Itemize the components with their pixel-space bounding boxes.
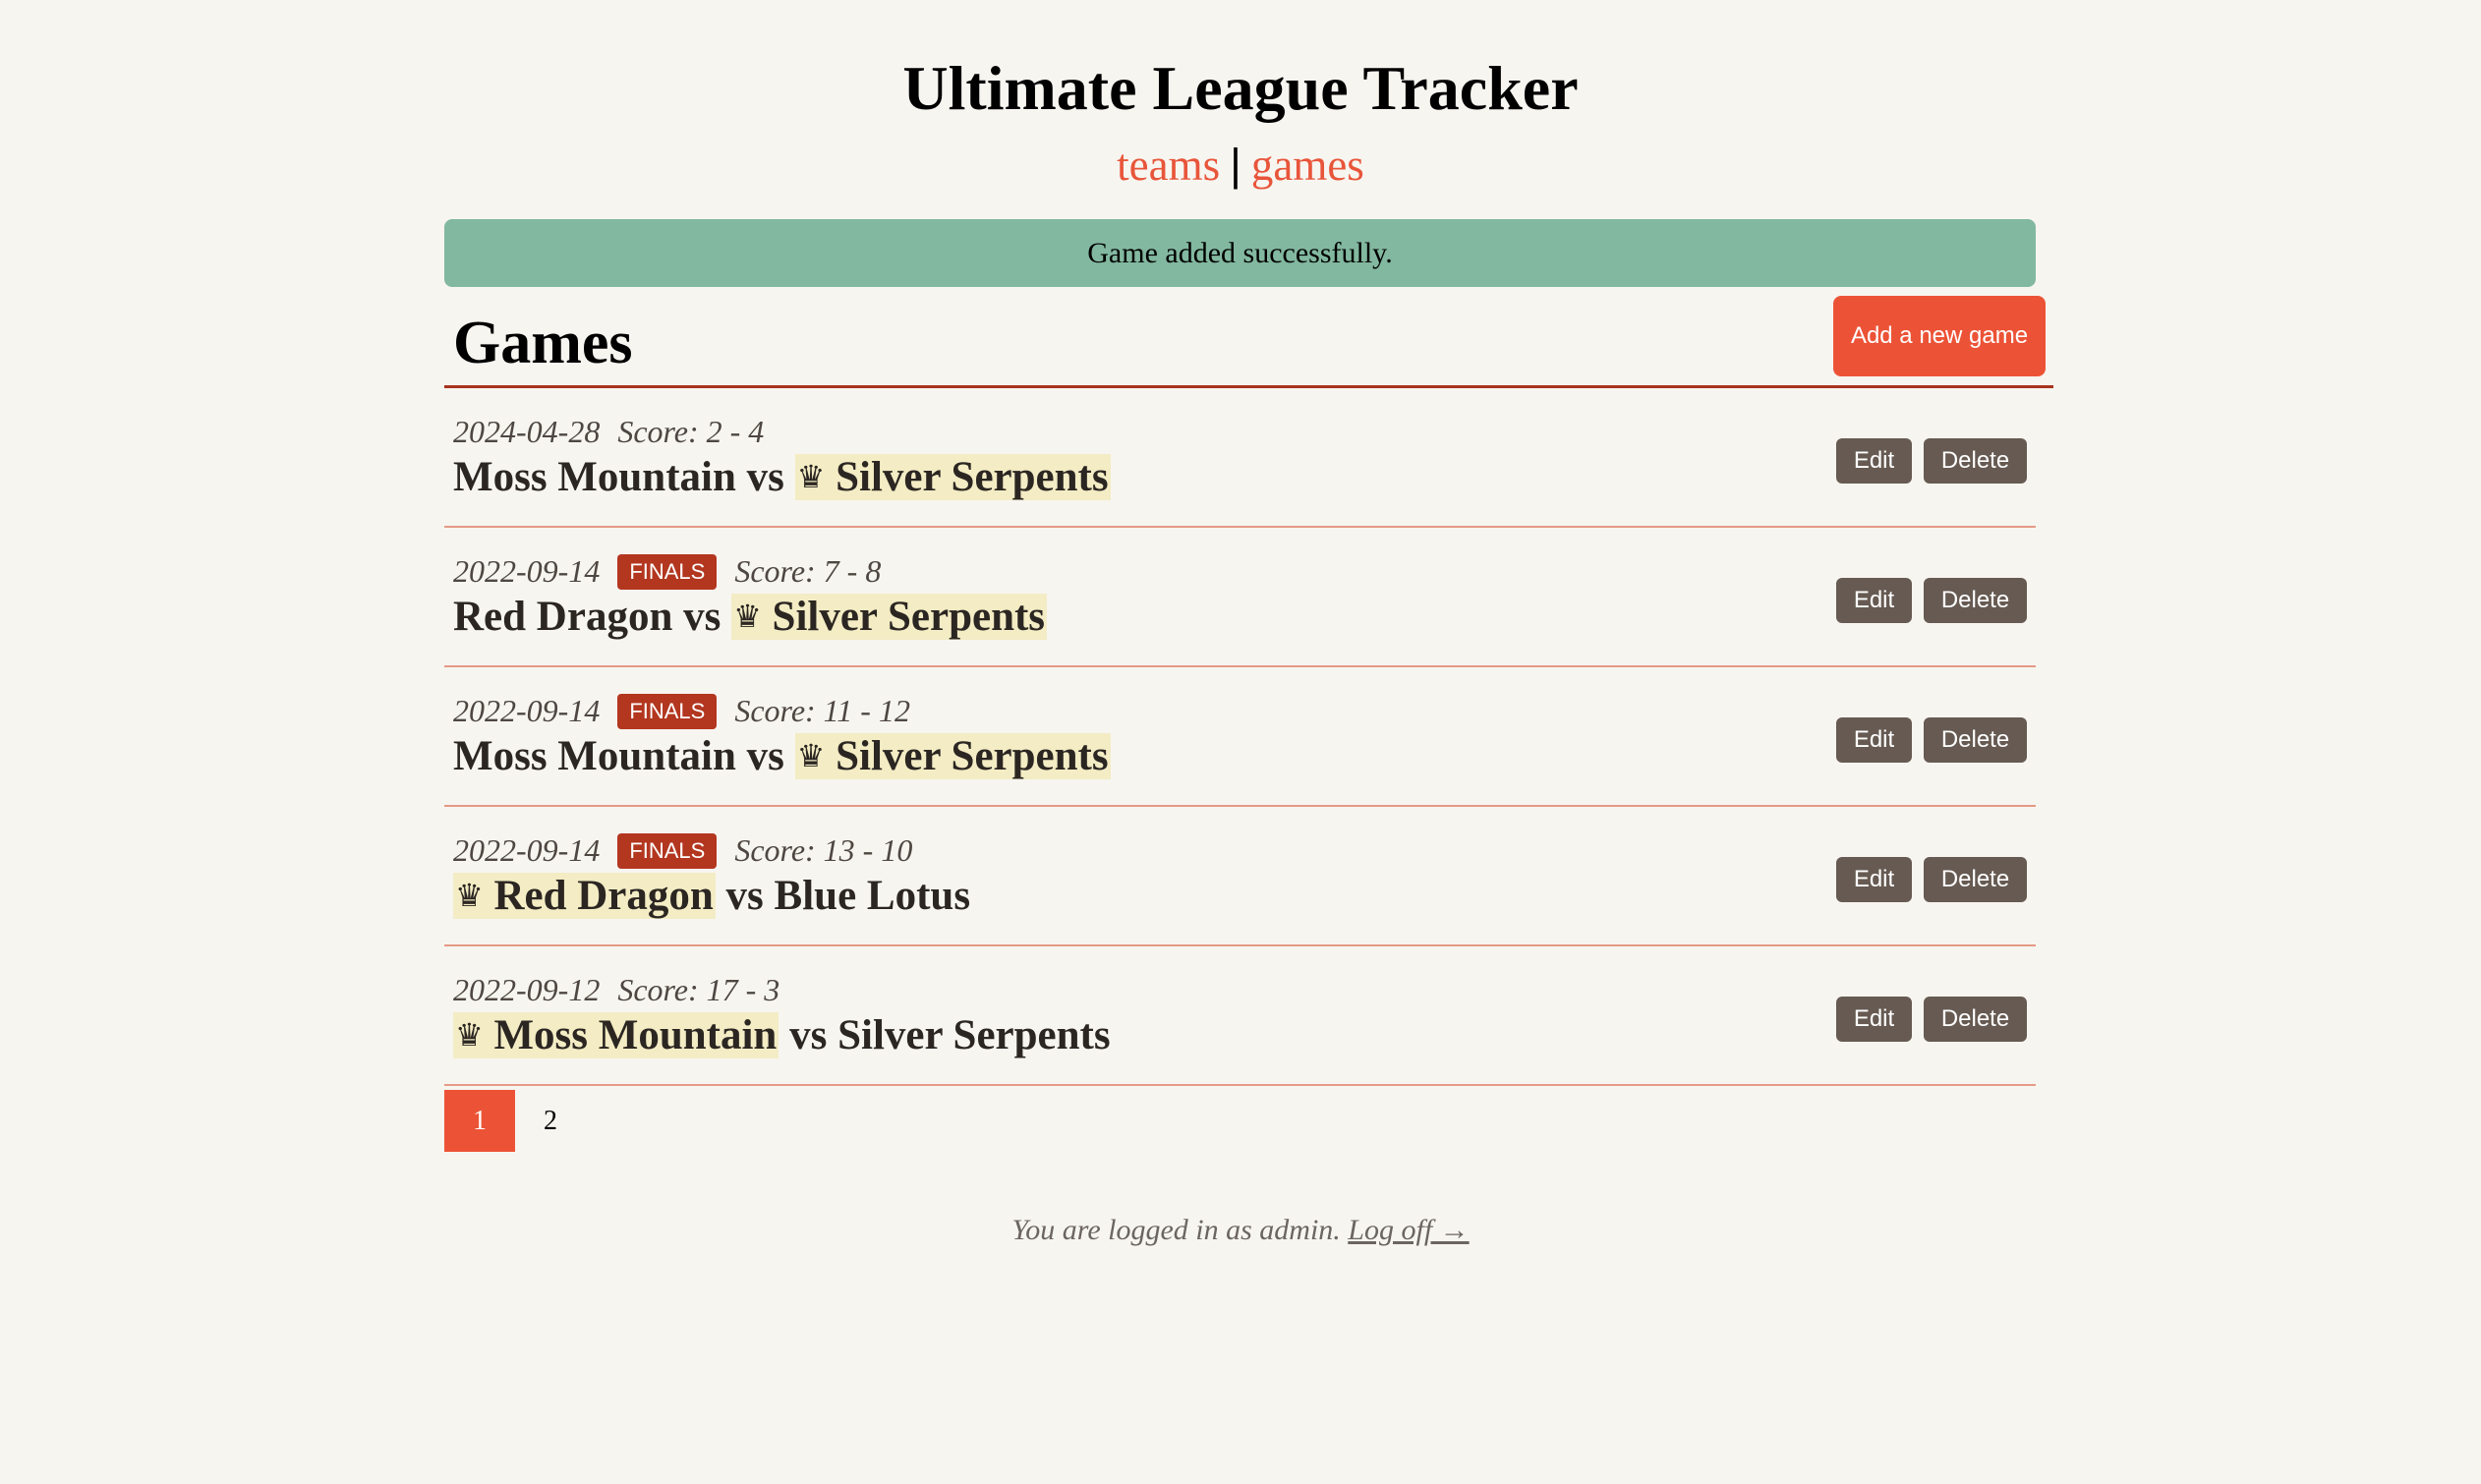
game-meta: 2022-09-12 Score: 17 - 3 bbox=[453, 970, 779, 1009]
pagination: 12 bbox=[444, 1090, 586, 1152]
crown-icon: ♛ bbox=[796, 737, 826, 774]
game-score: Score: 17 - 3 bbox=[617, 972, 780, 1007]
game-meta: 2022-09-14 FINALS Score: 13 - 10 bbox=[453, 830, 912, 870]
vs-label: vs bbox=[683, 594, 721, 640]
team-name: Moss Mountain bbox=[453, 454, 736, 500]
team-name: Moss Mountain bbox=[493, 1012, 778, 1058]
game-row: 2024-04-28 Score: 2 - 4 Moss Mountain vs ♛… bbox=[444, 388, 2036, 528]
crown-icon: ♛ bbox=[796, 458, 826, 495]
winning-team: ♛ Red Dragon bbox=[453, 873, 716, 919]
vs-label: vs bbox=[789, 1012, 828, 1058]
row-actions: Edit Delete bbox=[1836, 857, 2027, 902]
team-name: Red Dragon bbox=[453, 594, 673, 640]
nav-link-games[interactable]: games bbox=[1251, 141, 1364, 190]
winning-team: ♛ Silver Serpents bbox=[731, 594, 1048, 640]
game-list: 2024-04-28 Score: 2 - 4 Moss Mountain vs ♛… bbox=[444, 388, 2036, 1086]
row-actions: Edit Delete bbox=[1836, 997, 2027, 1042]
game-row: 2022-09-12 Score: 17 - 3 ♛ Moss Mountain v… bbox=[444, 946, 2036, 1086]
footer: You are logged in as admin. Log off → bbox=[0, 1211, 2481, 1250]
team-name: Silver Serpents bbox=[837, 1012, 1111, 1058]
game-score: Score: 2 - 4 bbox=[617, 414, 765, 449]
team: Red Dragon bbox=[453, 594, 672, 640]
page-title: Games bbox=[453, 310, 633, 376]
winning-team: ♛ Silver Serpents bbox=[794, 733, 1111, 779]
game-row: 2022-09-14 FINALS Score: 11 - 12 Moss Mount… bbox=[444, 667, 2036, 807]
delete-button[interactable]: Delete bbox=[1924, 717, 2027, 763]
game-score: Score: 13 - 10 bbox=[734, 832, 913, 868]
game-date: 2022-09-14 bbox=[453, 553, 601, 589]
winning-team: ♛ Silver Serpents bbox=[794, 454, 1111, 500]
game-date: 2022-09-12 bbox=[453, 972, 601, 1007]
row-actions: Edit Delete bbox=[1836, 578, 2027, 623]
edit-button[interactable]: Edit bbox=[1836, 857, 1912, 902]
team-name: Silver Serpents bbox=[836, 454, 1109, 500]
winning-team: ♛ Moss Mountain bbox=[453, 1012, 779, 1058]
edit-button[interactable]: Edit bbox=[1836, 438, 1912, 484]
row-actions: Edit Delete bbox=[1836, 438, 2027, 484]
game-date: 2022-09-14 bbox=[453, 832, 601, 868]
row-actions: Edit Delete bbox=[1836, 717, 2027, 763]
game-date: 2024-04-28 bbox=[453, 414, 601, 449]
game-matchup: Moss Mountain vs ♛ Silver Serpents bbox=[453, 451, 1111, 503]
nav-link-teams[interactable]: teams bbox=[1117, 141, 1220, 190]
crown-icon: ♛ bbox=[455, 877, 484, 914]
team: Moss Mountain bbox=[453, 733, 736, 779]
crown-icon: ♛ bbox=[733, 598, 762, 635]
team: Blue Lotus bbox=[775, 873, 971, 919]
nav-separator: | bbox=[1230, 140, 1241, 190]
finals-badge: FINALS bbox=[617, 833, 718, 869]
game-date: 2022-09-14 bbox=[453, 693, 601, 728]
crown-icon: ♛ bbox=[455, 1016, 484, 1054]
team-name: Blue Lotus bbox=[774, 873, 971, 919]
finals-badge: FINALS bbox=[617, 554, 718, 590]
game-row: 2022-09-14 FINALS Score: 13 - 10 ♛ Red Drag… bbox=[444, 807, 2036, 946]
game-matchup: Moss Mountain vs ♛ Silver Serpents bbox=[453, 730, 1111, 782]
delete-button[interactable]: Delete bbox=[1924, 857, 2027, 902]
game-meta: 2022-09-14 FINALS Score: 7 - 8 bbox=[453, 551, 881, 591]
delete-button[interactable]: Delete bbox=[1924, 997, 2027, 1042]
delete-button[interactable]: Delete bbox=[1924, 578, 2027, 623]
main-nav: teams | games bbox=[0, 138, 2481, 193]
team: Moss Mountain bbox=[453, 454, 736, 500]
team-name: Red Dragon bbox=[493, 873, 714, 919]
vs-label: vs bbox=[725, 873, 764, 919]
game-meta: 2022-09-14 FINALS Score: 11 - 12 bbox=[453, 691, 910, 730]
game-row: 2022-09-14 FINALS Score: 7 - 8 Red Dragon v… bbox=[444, 528, 2036, 667]
game-meta: 2024-04-28 Score: 2 - 4 bbox=[453, 412, 764, 451]
team-name: Moss Mountain bbox=[453, 733, 736, 779]
add-game-button[interactable]: Add a new game bbox=[1833, 296, 2046, 376]
game-matchup: ♛ Red Dragon vs Blue Lotus bbox=[453, 870, 970, 922]
game-matchup: ♛ Moss Mountain vs Silver Serpents bbox=[453, 1009, 1111, 1061]
delete-button[interactable]: Delete bbox=[1924, 438, 2027, 484]
logoff-link[interactable]: Log off → bbox=[1348, 1214, 1469, 1246]
login-status-text: You are logged in as admin. bbox=[1011, 1214, 1341, 1246]
finals-badge: FINALS bbox=[617, 694, 718, 729]
team: Silver Serpents bbox=[837, 1012, 1111, 1058]
site-title: Ultimate League Tracker bbox=[902, 53, 1579, 123]
success-alert: Game added successfully. bbox=[444, 219, 2036, 287]
game-matchup: Red Dragon vs ♛ Silver Serpents bbox=[453, 591, 1048, 643]
vs-label: vs bbox=[746, 454, 784, 500]
game-score: Score: 7 - 8 bbox=[734, 553, 882, 589]
edit-button[interactable]: Edit bbox=[1836, 578, 1912, 623]
edit-button[interactable]: Edit bbox=[1836, 717, 1912, 763]
page-1[interactable]: 1 bbox=[444, 1090, 515, 1152]
game-score: Score: 11 - 12 bbox=[734, 693, 910, 728]
games-header: Games Add a new game bbox=[444, 295, 2053, 388]
page-2[interactable]: 2 bbox=[515, 1090, 586, 1152]
team-name: Silver Serpents bbox=[772, 594, 1046, 640]
vs-label: vs bbox=[746, 733, 784, 779]
edit-button[interactable]: Edit bbox=[1836, 997, 1912, 1042]
team-name: Silver Serpents bbox=[836, 733, 1109, 779]
